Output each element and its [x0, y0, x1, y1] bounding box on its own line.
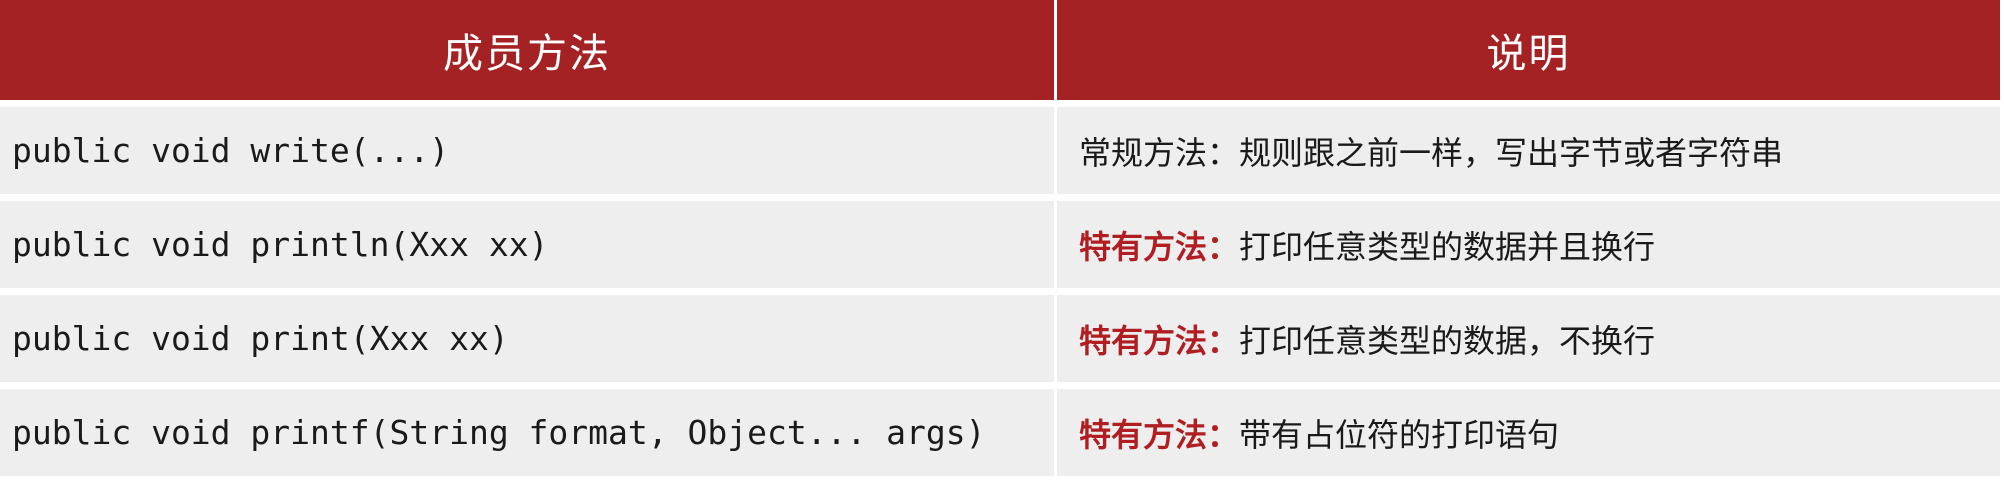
method-tag: 特有方法： — [1079, 227, 1240, 266]
page: 成员方法 说明 public void write(...) 常规方法：规则跟之… — [0, 0, 2004, 486]
header-description: 说明 — [1486, 31, 1571, 77]
method-description: 特有方法： 带有占位符的打印语句 — [1057, 389, 2000, 476]
method-tag: 特有方法： — [1079, 321, 1240, 360]
method-description: 常规方法：规则跟之前一样，写出字节或者字符串 — [1057, 107, 2000, 194]
table-row: public void print(Xxx xx) 特有方法： 打印任意类型的数据… — [0, 295, 2000, 382]
header-method: 成员方法 — [0, 0, 1057, 100]
method-signature: public void printf(String format, Object… — [0, 389, 1057, 476]
table-row: public void println(Xxx xx) 特有方法： 打印任意类型的… — [0, 201, 2000, 288]
method-signature: public void write(...) — [0, 107, 1057, 194]
method-description-text: 打印任意类型的数据并且换行 — [1239, 227, 1656, 266]
table-header: 成员方法 说明 — [0, 0, 2000, 100]
method-signature: public void print(Xxx xx) — [0, 295, 1057, 382]
method-description-text: 带有占位符的打印语句 — [1239, 415, 1560, 454]
table-row: public void write(...) 常规方法：规则跟之前一样，写出字节… — [0, 107, 2000, 194]
method-description-text: 常规方法：规则跟之前一样，写出字节或者字符串 — [1079, 133, 1784, 172]
method-signature: public void println(Xxx xx) — [0, 201, 1057, 288]
method-tag: 特有方法： — [1079, 415, 1240, 454]
methods-table: 成员方法 说明 public void write(...) 常规方法：规则跟之… — [0, 0, 2000, 476]
method-description: 特有方法： 打印任意类型的数据并且换行 — [1057, 201, 2000, 288]
method-description-text: 打印任意类型的数据，不换行 — [1239, 321, 1656, 360]
table-row: public void printf(String format, Object… — [0, 389, 2000, 476]
method-description: 特有方法： 打印任意类型的数据，不换行 — [1057, 295, 2000, 382]
